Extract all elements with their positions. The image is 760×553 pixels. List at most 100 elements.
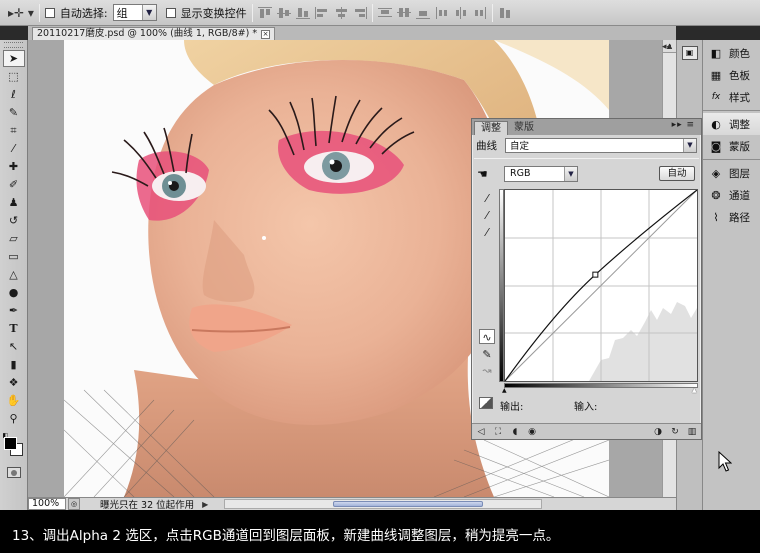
dock-item-styles[interactable]: fx 样式 xyxy=(703,86,760,108)
hand-tool-icon[interactable]: ✋ xyxy=(3,392,25,409)
smooth-curve-icon[interactable]: ↝ xyxy=(479,363,495,378)
auto-select-checkbox[interactable] xyxy=(44,7,55,18)
dock-group-layers: ◈ 图层 ❂ 通道 ⌇ 路径 xyxy=(703,160,760,230)
on-image-adjust-icon[interactable]: ☚ xyxy=(477,167,488,181)
distribute-left-icon[interactable] xyxy=(435,6,449,19)
show-transform-checkbox[interactable] xyxy=(165,7,176,18)
dodge-tool-icon[interactable]: ● xyxy=(3,284,25,301)
curves-label: 曲线 xyxy=(476,139,497,152)
dock-item-label: 调整 xyxy=(729,118,750,131)
status-info-icon[interactable]: ◎ xyxy=(68,498,80,510)
3d-rotate-tool-icon[interactable]: ❖ xyxy=(3,374,25,391)
tab-masks[interactable]: 蒙版 xyxy=(508,121,540,135)
distribute-vcenter-icon[interactable] xyxy=(396,7,411,19)
document-tab[interactable]: 20110217磨皮.psd @ 100% (曲线 1, RGB/8#) * × xyxy=(32,27,276,40)
blur-tool-icon[interactable]: △ xyxy=(3,266,25,283)
panel-menu-icon[interactable]: ▸▸ ≡ xyxy=(672,120,695,130)
clip-to-layer-icon[interactable]: ◖ xyxy=(509,426,521,437)
panel-grip[interactable] xyxy=(4,42,23,48)
align-left-icon[interactable] xyxy=(314,6,329,19)
quick-select-tool-icon[interactable]: ✎ xyxy=(3,104,25,121)
history-brush-tool-icon[interactable]: ↺ xyxy=(3,212,25,229)
dock-item-layers[interactable]: ◈ 图层 xyxy=(703,162,760,184)
distribute-right-icon[interactable] xyxy=(473,6,487,19)
align-bottom-icon[interactable] xyxy=(295,7,310,19)
shape-tool-icon[interactable]: ▮ xyxy=(3,356,25,373)
curve-graph-canvas xyxy=(504,189,698,382)
adjustments-icon: ◐ xyxy=(711,117,721,131)
mini-bridge-icon[interactable]: ▣ xyxy=(681,46,698,60)
move-tool-preset-button[interactable]: ▸✛ ▾ xyxy=(8,4,34,22)
auto-align-icon[interactable] xyxy=(498,7,512,19)
dock-item-masks[interactable]: ◙ 蒙版 xyxy=(703,135,760,157)
channel-dropdown[interactable]: RGB ▼ xyxy=(504,166,578,182)
status-menu-arrow-icon[interactable]: ▶ xyxy=(202,500,208,509)
marquee-tool-icon[interactable]: ⬚ xyxy=(3,68,25,85)
align-top-icon[interactable] xyxy=(257,6,272,19)
curve-graph[interactable] xyxy=(504,189,698,382)
channel-row: ☚ RGB ▼ 自动 xyxy=(472,165,701,183)
return-to-list-icon[interactable]: ◁ xyxy=(475,426,487,437)
path-select-tool-icon[interactable]: ↖ xyxy=(3,338,25,355)
masks-icon: ◙ xyxy=(710,139,722,153)
crop-tool-icon[interactable]: ⌗ xyxy=(3,122,25,139)
horizontal-scrollbar[interactable] xyxy=(224,499,543,509)
pencil-draw-tool-icon[interactable]: ✎ xyxy=(479,347,495,362)
auto-button[interactable]: 自动 xyxy=(659,166,695,181)
dock-item-swatches[interactable]: ▦ 色板 xyxy=(703,64,760,86)
distribute-hcenter-icon[interactable] xyxy=(454,6,468,19)
scrollbar-thumb[interactable] xyxy=(333,501,484,507)
delete-icon[interactable]: ▥ xyxy=(686,426,698,437)
reset-icon[interactable]: ↻ xyxy=(669,426,681,437)
show-clipping-icon[interactable] xyxy=(479,397,493,409)
black-input-slider-icon[interactable]: ▲ xyxy=(502,387,509,394)
dock-item-channels[interactable]: ❂ 通道 xyxy=(703,184,760,206)
zoom-level-field[interactable]: 100% xyxy=(28,498,66,510)
eraser-tool-icon[interactable]: ▱ xyxy=(3,230,25,247)
dock-item-label: 图层 xyxy=(729,167,750,180)
distribute-top-icon[interactable] xyxy=(377,7,392,19)
pen-tool-icon[interactable]: ✒ xyxy=(3,302,25,319)
close-icon[interactable]: × xyxy=(261,29,271,39)
collapse-panels-icon[interactable]: ◂◂ xyxy=(662,42,671,52)
dock-group-color: ◧ 颜色 ▦ 色板 fx 样式 xyxy=(703,40,760,111)
preset-dropdown[interactable]: 自定 ▼ xyxy=(505,137,697,153)
align-vcenter-icon[interactable] xyxy=(276,7,291,19)
input-label: 输入: xyxy=(574,402,598,413)
white-point-eyedropper-icon[interactable]: ⁄ xyxy=(479,225,495,240)
brush-tool-icon[interactable]: ✐ xyxy=(3,176,25,193)
quick-mask-icon[interactable] xyxy=(6,467,21,478)
white-input-slider-icon[interactable]: ▲ xyxy=(692,387,699,394)
move-tool-icon[interactable]: ➤ xyxy=(2,50,25,67)
eyedropper-tool-icon[interactable]: ⁄ xyxy=(3,140,25,157)
type-tool-icon[interactable]: T xyxy=(3,320,25,337)
chevron-down-icon: ▼ xyxy=(564,167,577,181)
align-right-icon[interactable] xyxy=(353,6,367,19)
gray-point-eyedropper-icon[interactable]: ⁄ xyxy=(479,208,495,223)
tab-adjustments[interactable]: 调整 xyxy=(474,121,508,135)
dock-item-color[interactable]: ◧ 颜色 xyxy=(703,42,760,64)
dock-item-adjustments[interactable]: ◐ 调整 xyxy=(703,113,760,135)
align-hcenter-icon[interactable] xyxy=(334,6,348,19)
foreground-color-swatch[interactable] xyxy=(3,437,17,450)
expanded-view-icon[interactable]: ⛶ xyxy=(492,426,504,437)
dock-item-label: 颜色 xyxy=(729,47,750,60)
tools-panel: ➤ ⬚ ℓ ✎ ⌗ ⁄ ✚ ✐ ♟ ↺ ▱ ▭ △ ● ✒ T ↖ ▮ ❖ ✋ … xyxy=(0,40,28,510)
lasso-tool-icon[interactable]: ℓ xyxy=(3,86,25,103)
visibility-eye-icon[interactable]: ◉ xyxy=(526,426,538,437)
gradient-tool-icon[interactable]: ▭ xyxy=(3,248,25,265)
auto-select-dropdown[interactable]: 组 ▼ xyxy=(112,4,157,21)
channel-value: RGB xyxy=(510,168,531,179)
curve-control-point xyxy=(592,271,599,278)
view-previous-state-icon[interactable]: ◑ xyxy=(652,426,664,437)
zoom-tool-icon[interactable]: ⚲ xyxy=(3,410,25,427)
distribute-bottom-icon[interactable] xyxy=(415,7,430,19)
black-point-eyedropper-icon[interactable]: ⁄ xyxy=(479,191,495,206)
clone-stamp-tool-icon[interactable]: ♟ xyxy=(3,194,25,211)
dock-item-paths[interactable]: ⌇ 路径 xyxy=(703,206,760,228)
chevron-down-icon: ▼ xyxy=(683,138,696,152)
curve-point-tool-icon[interactable]: ∿ xyxy=(479,329,495,344)
status-bar: 100% ◎ 曝光只在 32 位起作用 ▶ xyxy=(28,497,676,511)
separator xyxy=(38,3,40,22)
healing-brush-tool-icon[interactable]: ✚ xyxy=(3,158,25,175)
